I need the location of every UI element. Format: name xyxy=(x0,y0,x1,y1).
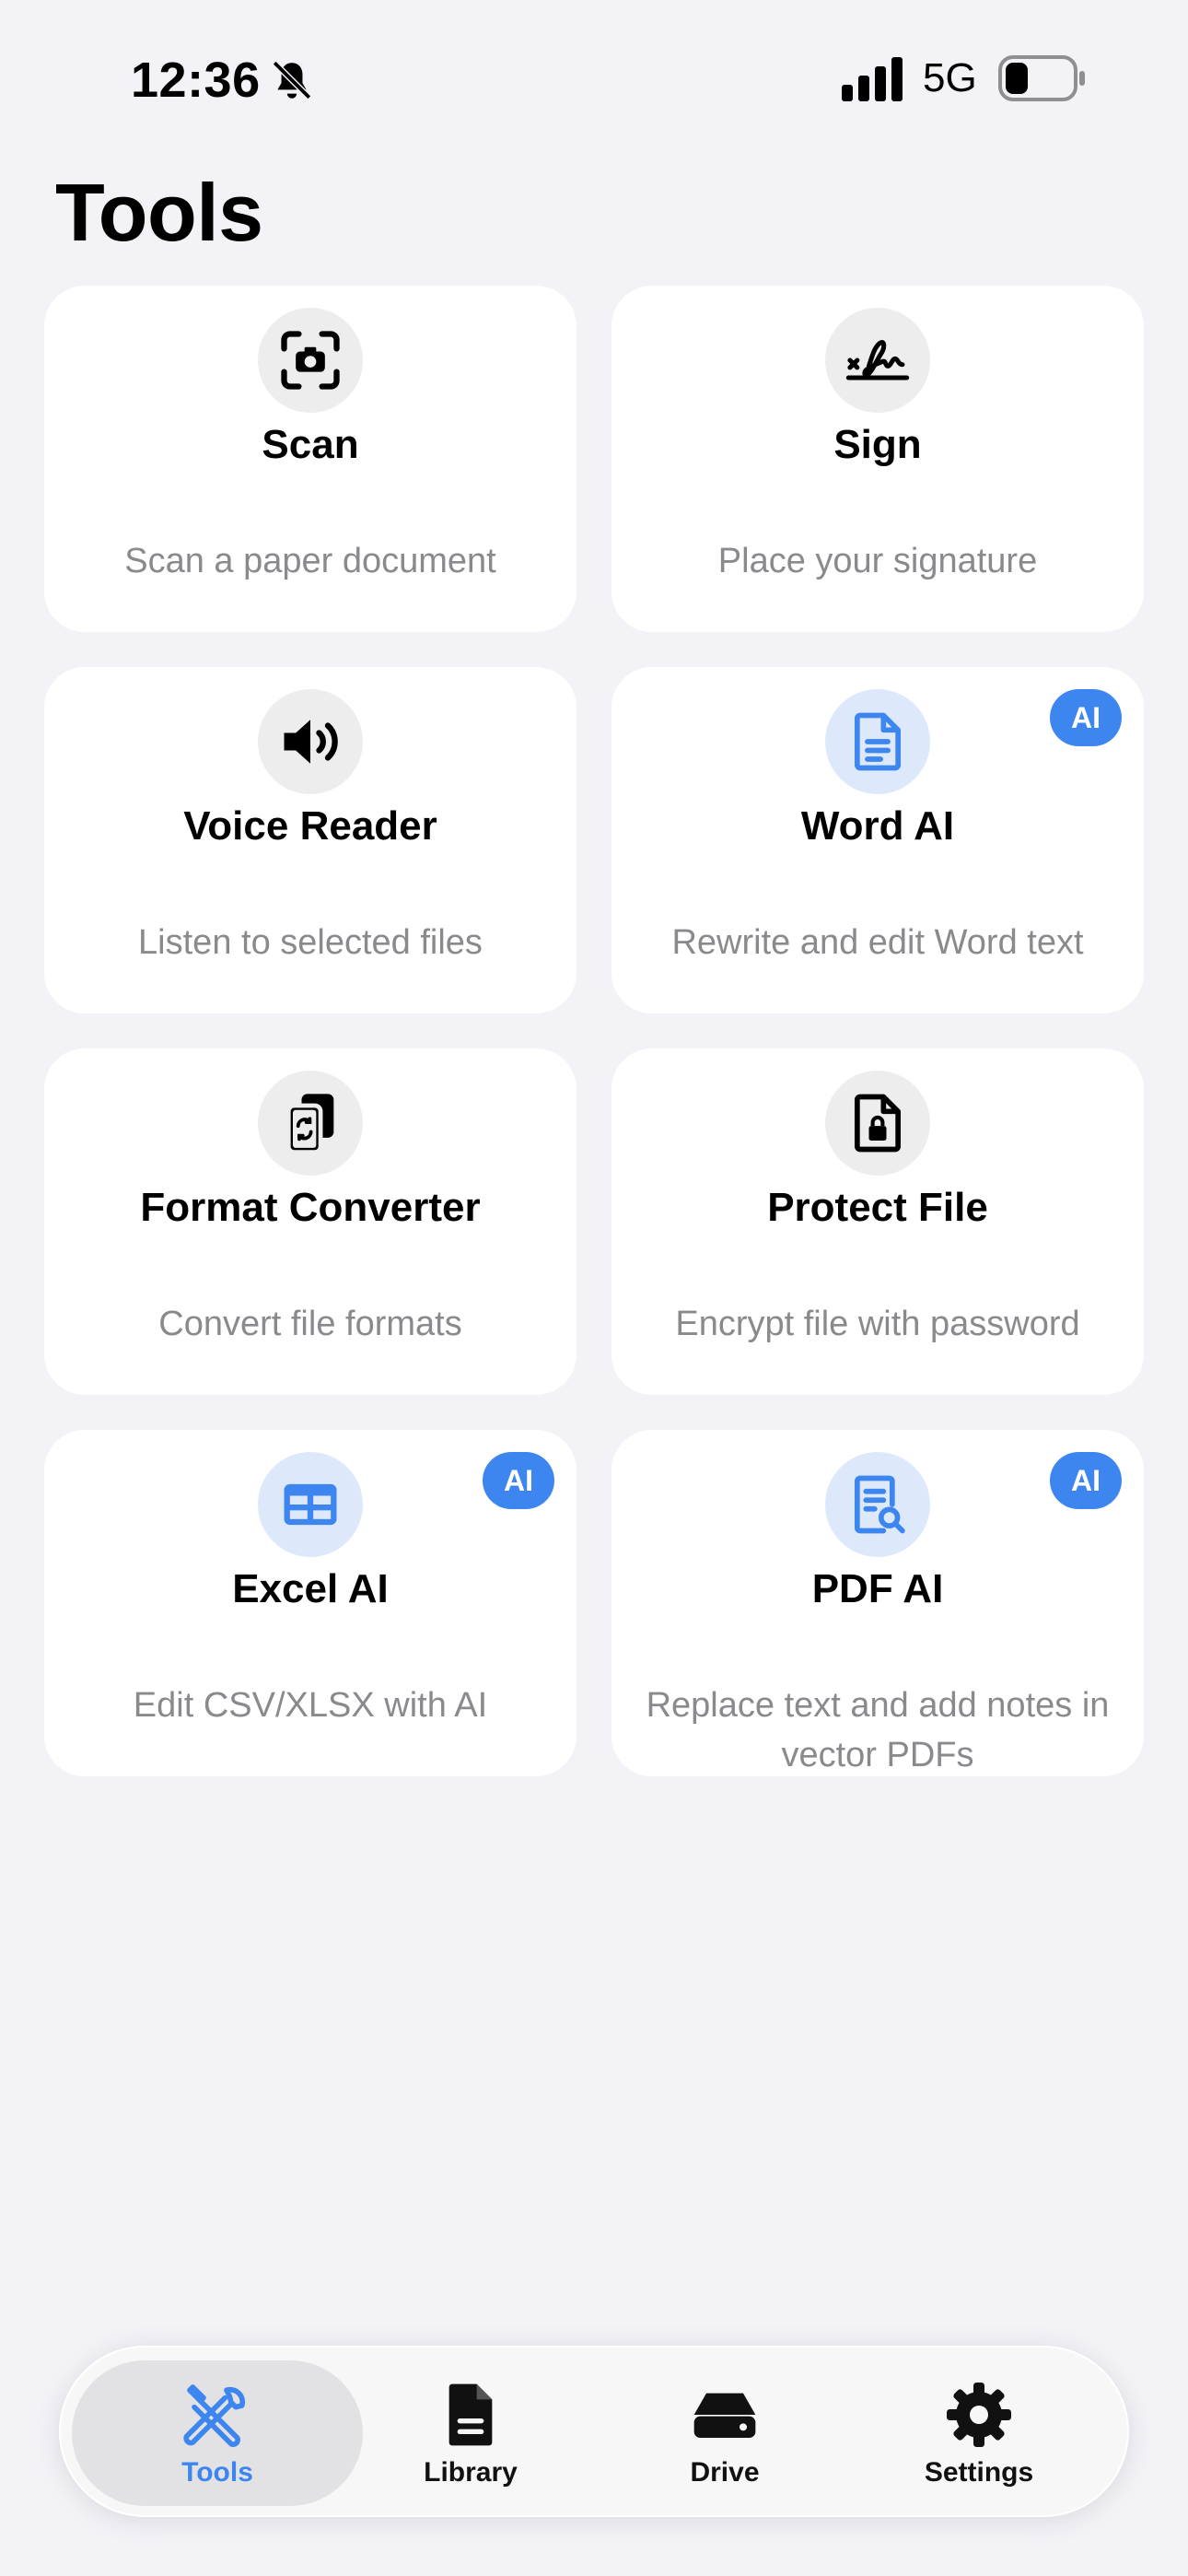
tool-card-title: Format Converter xyxy=(140,1185,481,1230)
table-icon xyxy=(284,1483,337,1526)
tool-card-description: Convert file formats xyxy=(158,1305,462,1343)
tool-card-title: Excel AI xyxy=(232,1566,389,1611)
tool-card-description: Encrypt file with password xyxy=(675,1305,1080,1343)
tool-card-title: Word AI xyxy=(800,803,955,849)
document-icon xyxy=(854,712,902,771)
camera-scan-icon xyxy=(281,331,340,390)
tool-card-title: Sign xyxy=(833,422,922,467)
tool-card-protect-file[interactable]: Protect File Encrypt file with password xyxy=(611,1048,1144,1395)
tool-card-scan[interactable]: Scan Scan a paper document xyxy=(44,286,577,632)
tool-card-description: Replace text and add notes in vector PDF… xyxy=(646,1686,1110,1774)
tool-icon-container xyxy=(825,1452,930,1557)
page-title: Tools xyxy=(55,167,263,258)
file-convert-icon xyxy=(285,1094,334,1155)
tool-icon-container xyxy=(258,1071,363,1176)
tool-card-title: PDF AI xyxy=(811,1566,944,1611)
tab-label: Drive xyxy=(690,2457,760,2488)
ai-badge: AI xyxy=(483,1452,554,1509)
tab-library[interactable]: Library xyxy=(348,2360,593,2506)
tool-icon-container xyxy=(258,1452,363,1557)
network-type: 5G xyxy=(923,55,977,100)
tool-card-description: Scan a paper document xyxy=(124,542,496,580)
tab-bar: Tools Library Drive Settings xyxy=(59,2346,1129,2517)
tool-card-pdf-ai[interactable]: AI PDF AI Replace text and add notes in … xyxy=(611,1430,1144,1776)
drive-icon xyxy=(693,2393,756,2438)
tools-icon xyxy=(183,2384,246,2447)
tool-card-title: Scan xyxy=(262,422,359,467)
speaker-icon xyxy=(284,720,338,764)
status-bar: 12:36 5G xyxy=(0,0,1188,157)
tab-tools[interactable]: Tools xyxy=(72,2360,363,2506)
tool-card-sign[interactable]: Sign Place your signature xyxy=(611,286,1144,632)
signature-icon xyxy=(845,340,910,381)
ai-badge: AI xyxy=(1050,1452,1122,1509)
tab-label: Settings xyxy=(924,2457,1034,2488)
ai-badge: AI xyxy=(1050,689,1122,746)
tab-drive[interactable]: Drive xyxy=(602,2360,847,2506)
tool-card-description: Rewrite and edit Word text xyxy=(671,923,1084,962)
file-icon xyxy=(448,2383,493,2446)
tool-card-word-ai[interactable]: AI Word AI Rewrite and edit Word text xyxy=(611,667,1144,1013)
cellular-signal-icon xyxy=(842,57,903,101)
document-search-icon xyxy=(854,1475,905,1534)
tab-label: Library xyxy=(424,2457,518,2488)
tab-settings[interactable]: Settings xyxy=(856,2360,1101,2506)
status-time: 12:36 xyxy=(131,53,261,108)
tool-card-title: Voice Reader xyxy=(183,803,437,849)
tool-card-voice-reader[interactable]: Voice Reader Listen to selected files xyxy=(44,667,577,1013)
tool-card-title: Protect File xyxy=(767,1185,988,1230)
tool-card-format-converter[interactable]: Format Converter Convert file formats xyxy=(44,1048,577,1395)
tab-label: Tools xyxy=(181,2457,253,2488)
tool-card-description: Edit CSV/XLSX with AI xyxy=(133,1686,488,1725)
tool-icon-container xyxy=(258,308,363,413)
tool-card-excel-ai[interactable]: AI Excel AI Edit CSV/XLSX with AI xyxy=(44,1430,577,1776)
gear-icon xyxy=(947,2383,1011,2447)
file-lock-icon xyxy=(854,1094,902,1153)
tool-icon-container xyxy=(258,689,363,794)
battery-icon xyxy=(998,55,1085,101)
tool-card-description: Place your signature xyxy=(717,542,1038,580)
tool-icon-container xyxy=(825,689,930,794)
tool-card-description: Listen to selected files xyxy=(138,923,483,962)
tool-icon-container xyxy=(825,1071,930,1176)
tool-icon-container xyxy=(825,308,930,413)
bell-slash-icon xyxy=(272,60,312,100)
